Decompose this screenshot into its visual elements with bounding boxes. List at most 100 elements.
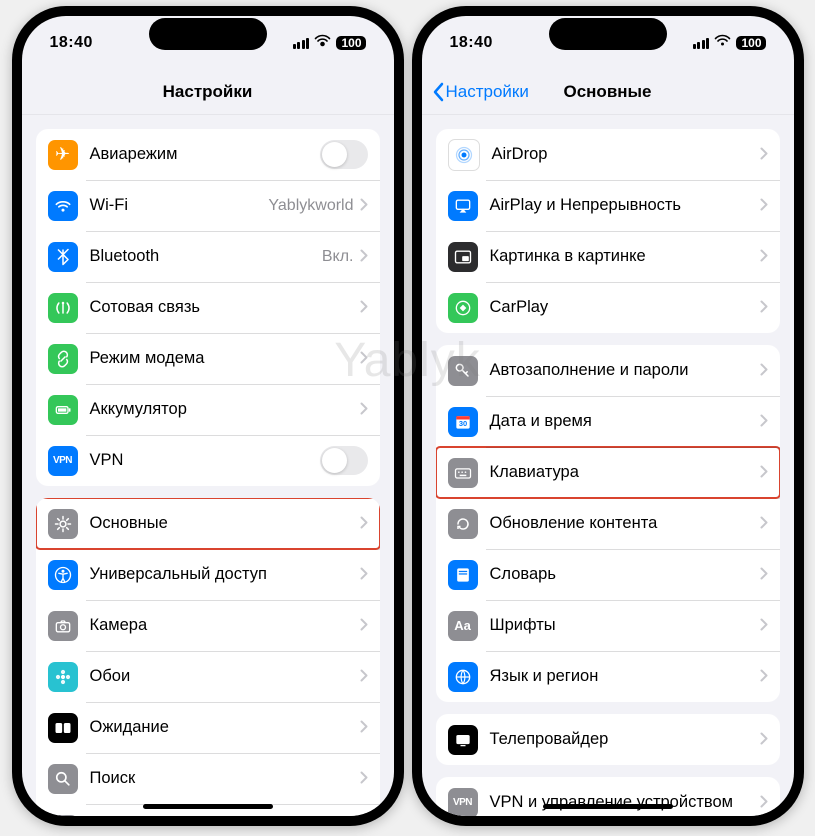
battery-icon: 100 bbox=[336, 36, 365, 50]
airplay-icon bbox=[448, 191, 478, 221]
row-accessibility[interactable]: Универсальный доступ bbox=[36, 549, 380, 600]
row-tvprovider[interactable]: Телепровайдер bbox=[436, 714, 780, 765]
row-cellular[interactable]: Сотовая связь bbox=[36, 282, 380, 333]
row-detail: Yablykworld bbox=[268, 197, 353, 215]
row-dictionary[interactable]: Словарь bbox=[436, 549, 780, 600]
row-battery[interactable]: Аккумулятор bbox=[36, 384, 380, 435]
row-keyboard[interactable]: Клавиатура bbox=[436, 447, 780, 498]
row-wallpaper[interactable]: Обои bbox=[36, 651, 380, 702]
cellular-signal-icon bbox=[293, 38, 310, 49]
chevron-right-icon bbox=[760, 363, 768, 379]
row-airdrop[interactable]: AirDrop bbox=[436, 129, 780, 180]
chevron-right-icon bbox=[360, 720, 368, 736]
row-label: Картинка в картинке bbox=[490, 247, 760, 266]
row-label: Шрифты bbox=[490, 616, 760, 635]
status-time: 18:40 bbox=[50, 34, 93, 52]
carplay-icon bbox=[448, 293, 478, 323]
dictionary-icon bbox=[448, 560, 478, 590]
row-label: Поиск bbox=[90, 769, 360, 788]
row-pip[interactable]: Картинка в картинке bbox=[436, 231, 780, 282]
row-general[interactable]: Основные bbox=[36, 498, 380, 549]
row-bgrefresh[interactable]: Обновление контента bbox=[436, 498, 780, 549]
row-vpnmgmt[interactable]: VPN VPN и управление устройством bbox=[436, 777, 780, 816]
row-label: Язык и регион bbox=[490, 667, 760, 686]
status-time: 18:40 bbox=[450, 34, 493, 52]
general-icon bbox=[48, 509, 78, 539]
row-label: Bluetooth bbox=[90, 247, 322, 266]
wifi-icon bbox=[48, 191, 78, 221]
chevron-right-icon bbox=[360, 567, 368, 583]
row-bluetooth[interactable]: BluetoothВкл. bbox=[36, 231, 380, 282]
row-carplay[interactable]: CarPlay bbox=[436, 282, 780, 333]
chevron-right-icon bbox=[360, 198, 368, 214]
row-detail: Вкл. bbox=[322, 248, 354, 266]
settings-group: ✈︎АвиарежимWi-FiYablykworldBluetoothВкл.… bbox=[36, 129, 380, 486]
airplane-toggle[interactable] bbox=[320, 140, 368, 169]
row-label: Автозаполнение и пароли bbox=[490, 361, 760, 380]
row-label: Камера bbox=[90, 616, 360, 635]
settings-group: Основные Универсальный доступ Камера Обои Ож… bbox=[36, 498, 380, 816]
row-label: Клавиатура bbox=[490, 463, 760, 482]
chevron-right-icon bbox=[360, 669, 368, 685]
row-label: Wi-Fi bbox=[90, 196, 269, 215]
row-camera[interactable]: Камера bbox=[36, 600, 380, 651]
dynamic-island bbox=[149, 18, 267, 50]
chevron-right-icon bbox=[760, 147, 768, 163]
home-indicator[interactable] bbox=[143, 804, 273, 809]
row-label: VPN и управление устройством bbox=[490, 793, 760, 812]
chevron-right-icon bbox=[360, 300, 368, 316]
chevron-right-icon bbox=[760, 465, 768, 481]
row-wifi[interactable]: Wi-FiYablykworld bbox=[36, 180, 380, 231]
back-button[interactable]: Настройки bbox=[432, 82, 529, 102]
row-hotspot[interactable]: Режим модема bbox=[36, 333, 380, 384]
chevron-right-icon bbox=[760, 414, 768, 430]
row-fonts[interactable]: AaШрифты bbox=[436, 600, 780, 651]
row-label: Телепровайдер bbox=[490, 730, 760, 749]
row-label: Универсальный доступ bbox=[90, 565, 360, 584]
settings-group: Автозаполнение и пароли 30Дата и время Кла… bbox=[436, 345, 780, 702]
row-label: Словарь bbox=[490, 565, 760, 584]
row-label: Режим модема bbox=[90, 349, 360, 368]
tvprovider-icon bbox=[448, 725, 478, 755]
hotspot-icon bbox=[48, 344, 78, 374]
row-airplane[interactable]: ✈︎Авиарежим bbox=[36, 129, 380, 180]
wifi-icon bbox=[714, 34, 731, 52]
settings-list[interactable]: ✈︎АвиарежимWi-FiYablykworldBluetoothВкл.… bbox=[22, 115, 394, 816]
standby-icon bbox=[48, 713, 78, 743]
row-search[interactable]: Поиск bbox=[36, 753, 380, 804]
battery-icon: 100 bbox=[736, 36, 765, 50]
row-label: Аккумулятор bbox=[90, 400, 360, 419]
row-label: Обновление контента bbox=[490, 514, 760, 533]
cellular-icon bbox=[48, 293, 78, 323]
cellular-signal-icon bbox=[693, 38, 710, 49]
chevron-right-icon bbox=[760, 516, 768, 532]
row-label: Ожидание bbox=[90, 718, 360, 737]
wifi-icon bbox=[314, 34, 331, 52]
settings-group: VPN VPN и управление устройством bbox=[436, 777, 780, 816]
vpn-icon: VPN bbox=[48, 446, 78, 476]
row-language[interactable]: Язык и регион bbox=[436, 651, 780, 702]
row-datetime[interactable]: 30Дата и время bbox=[436, 396, 780, 447]
phone-left: 18:40 100 Настройки ✈︎АвиарежимWi-FiYabl… bbox=[12, 6, 404, 826]
row-autofill[interactable]: Автозаполнение и пароли bbox=[436, 345, 780, 396]
chevron-right-icon bbox=[760, 198, 768, 214]
row-standby[interactable]: Ожидание bbox=[36, 702, 380, 753]
chevron-right-icon bbox=[760, 618, 768, 634]
home-indicator[interactable] bbox=[543, 804, 673, 809]
page-title: Основные bbox=[563, 82, 651, 102]
vpn-toggle[interactable] bbox=[320, 446, 368, 475]
chevron-right-icon bbox=[360, 516, 368, 532]
chevron-right-icon bbox=[760, 249, 768, 265]
vpnmgmt-icon: VPN bbox=[448, 788, 478, 817]
chevron-right-icon bbox=[360, 249, 368, 265]
back-label: Настройки bbox=[446, 82, 529, 102]
row-airplay[interactable]: AirPlay и Непрерывность bbox=[436, 180, 780, 231]
phone-right: 18:40 100 Настройки Основные AirDrop AirP… bbox=[412, 6, 804, 826]
row-label: AirPlay и Непрерывность bbox=[490, 196, 760, 215]
general-list[interactable]: AirDrop AirPlay и Непрерывность Картинка в… bbox=[422, 115, 794, 816]
nav-bar: Настройки Основные bbox=[422, 70, 794, 115]
chevron-right-icon bbox=[760, 567, 768, 583]
row-vpn[interactable]: VPNVPN bbox=[36, 435, 380, 486]
nav-bar: Настройки bbox=[22, 70, 394, 115]
pip-icon bbox=[448, 242, 478, 272]
